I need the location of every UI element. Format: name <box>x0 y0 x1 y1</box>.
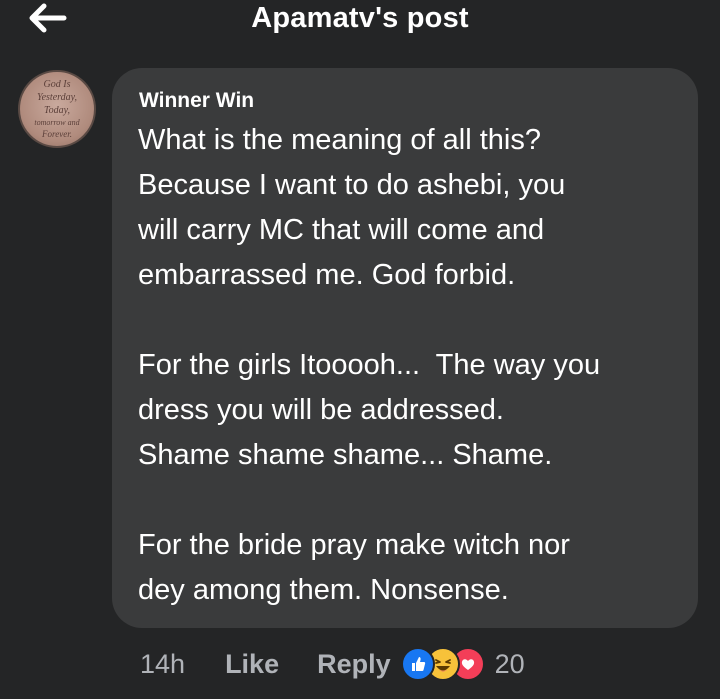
comment-author[interactable]: Winner Win <box>139 88 672 114</box>
avatar-text-line: Yesterday, <box>36 91 78 103</box>
avatar-text-line: Today, <box>43 104 71 116</box>
avatar-text-line: Forever. <box>42 128 72 139</box>
like-button[interactable]: Like <box>225 649 279 680</box>
comment-line: dey among them. Nonsense. <box>138 574 509 606</box>
reply-button[interactable]: Reply <box>317 649 391 680</box>
comment-line: embarrassed me. God forbid. <box>138 259 516 291</box>
comment-line: Because I want to do ashebi, you <box>138 169 566 201</box>
comment-body: What is the meaning of all this? Because… <box>138 118 672 613</box>
header: Apamatv's post <box>0 0 720 44</box>
comment-line: What is the meaning of all this? <box>138 124 541 156</box>
comment-timestamp[interactable]: 14h <box>140 649 185 680</box>
comment-line: Shame shame shame... Shame. <box>138 439 553 471</box>
like-reaction-icon <box>400 647 435 681</box>
reactions-summary[interactable]: 20 <box>400 647 525 681</box>
page-title: Apamatv's post <box>251 2 469 34</box>
avatar-text-line: God Is <box>43 78 71 90</box>
comment-paragraph: For the bride pray make witch nor dey am… <box>138 523 672 613</box>
avatar[interactable]: God Is Yesterday, Today, tomorrow and Fo… <box>18 70 96 148</box>
comment-bubble: Winner Win What is the meaning of all th… <box>112 68 698 628</box>
comment-line: For the bride pray make witch nor <box>138 529 570 561</box>
comment-line: will carry MC that will come and <box>138 214 545 246</box>
comment-actions: 14h Like Reply 20 <box>140 644 525 684</box>
comment-paragraph: For the girls Itooooh... The way you dre… <box>138 343 672 478</box>
comment-line: For the girls Itooooh... The way you <box>138 349 601 381</box>
avatar-text-line: tomorrow and <box>34 117 80 127</box>
comment-line: dress you will be addressed. <box>138 394 504 426</box>
comment-paragraph: What is the meaning of all this? Because… <box>138 118 672 298</box>
reaction-count: 20 <box>494 648 525 679</box>
